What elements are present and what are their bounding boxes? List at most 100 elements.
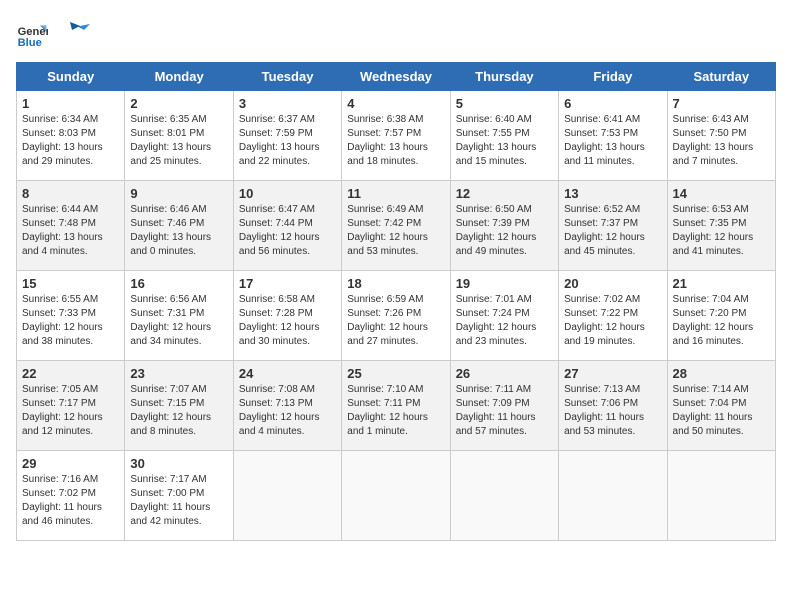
calendar-day-cell: 17 Sunrise: 6:58 AM Sunset: 7:28 PM Dayli… [233,271,341,361]
page-header: General Blue [16,16,776,54]
day-info: Sunrise: 6:38 AM Sunset: 7:57 PM Dayligh… [347,113,444,169]
calendar-day-cell: 8 Sunrise: 6:44 AM Sunset: 7:48 PM Daylig… [17,181,125,271]
day-info: Sunrise: 6:55 AM Sunset: 7:33 PM Dayligh… [22,293,119,349]
day-info: Sunrise: 6:58 AM Sunset: 7:28 PM Dayligh… [239,293,336,349]
calendar-week-row: 15 Sunrise: 6:55 AM Sunset: 7:33 PM Dayli… [17,271,776,361]
day-number: 18 [347,276,444,291]
day-info: Sunrise: 7:17 AM Sunset: 7:00 PM Dayligh… [130,473,227,529]
day-number: 17 [239,276,336,291]
calendar-day-cell: 15 Sunrise: 6:55 AM Sunset: 7:33 PM Dayli… [17,271,125,361]
day-number: 1 [22,96,119,111]
col-header-saturday: Saturday [667,63,775,91]
calendar-day-cell: 3 Sunrise: 6:37 AM Sunset: 7:59 PM Daylig… [233,91,341,181]
day-number: 2 [130,96,227,111]
calendar-day-cell: 18 Sunrise: 6:59 AM Sunset: 7:26 PM Dayli… [342,271,450,361]
day-number: 24 [239,366,336,381]
day-number: 14 [673,186,770,201]
logo-icon: General Blue [16,19,48,51]
day-number: 3 [239,96,336,111]
calendar-day-cell: 12 Sunrise: 6:50 AM Sunset: 7:39 PM Dayli… [450,181,558,271]
svg-text:Blue: Blue [18,37,42,49]
day-info: Sunrise: 6:41 AM Sunset: 7:53 PM Dayligh… [564,113,661,169]
calendar-header-row: SundayMondayTuesdayWednesdayThursdayFrid… [17,63,776,91]
day-info: Sunrise: 6:47 AM Sunset: 7:44 PM Dayligh… [239,203,336,259]
day-info: Sunrise: 6:52 AM Sunset: 7:37 PM Dayligh… [564,203,661,259]
calendar-day-cell: 9 Sunrise: 6:46 AM Sunset: 7:46 PM Daylig… [125,181,233,271]
day-number: 23 [130,366,227,381]
calendar-day-cell: 29 Sunrise: 7:16 AM Sunset: 7:02 PM Dayli… [17,451,125,541]
day-number: 26 [456,366,553,381]
col-header-sunday: Sunday [17,63,125,91]
calendar-day-cell: 25 Sunrise: 7:10 AM Sunset: 7:11 PM Dayli… [342,361,450,451]
day-number: 27 [564,366,661,381]
day-number: 9 [130,186,227,201]
day-number: 22 [22,366,119,381]
calendar-week-row: 1Sunrise: 6:34 AM Sunset: 8:03 PM Daylig… [17,91,776,181]
calendar-day-cell: 2 Sunrise: 6:35 AM Sunset: 8:01 PM Daylig… [125,91,233,181]
calendar-day-cell: 11 Sunrise: 6:49 AM Sunset: 7:42 PM Dayli… [342,181,450,271]
col-header-wednesday: Wednesday [342,63,450,91]
day-number: 8 [22,186,119,201]
col-header-thursday: Thursday [450,63,558,91]
day-info: Sunrise: 7:01 AM Sunset: 7:24 PM Dayligh… [456,293,553,349]
day-info: Sunrise: 6:49 AM Sunset: 7:42 PM Dayligh… [347,203,444,259]
col-header-friday: Friday [559,63,667,91]
day-info: Sunrise: 6:59 AM Sunset: 7:26 PM Dayligh… [347,293,444,349]
day-info: Sunrise: 7:13 AM Sunset: 7:06 PM Dayligh… [564,383,661,439]
day-info: Sunrise: 7:08 AM Sunset: 7:13 PM Dayligh… [239,383,336,439]
calendar-day-cell: 4Sunrise: 6:38 AM Sunset: 7:57 PM Daylig… [342,91,450,181]
calendar-day-cell: 1Sunrise: 6:34 AM Sunset: 8:03 PM Daylig… [17,91,125,181]
day-info: Sunrise: 6:35 AM Sunset: 8:01 PM Dayligh… [130,113,227,169]
calendar-day-cell [667,451,775,541]
calendar-day-cell [559,451,667,541]
day-number: 28 [673,366,770,381]
day-number: 19 [456,276,553,291]
calendar-day-cell: 7 Sunrise: 6:43 AM Sunset: 7:50 PM Daylig… [667,91,775,181]
calendar-week-row: 29 Sunrise: 7:16 AM Sunset: 7:02 PM Dayli… [17,451,776,541]
calendar-day-cell: 19 Sunrise: 7:01 AM Sunset: 7:24 PM Dayli… [450,271,558,361]
day-number: 5 [456,96,553,111]
calendar-day-cell: 26 Sunrise: 7:11 AM Sunset: 7:09 PM Dayli… [450,361,558,451]
calendar-day-cell: 22 Sunrise: 7:05 AM Sunset: 7:17 PM Dayli… [17,361,125,451]
calendar-day-cell: 6 Sunrise: 6:41 AM Sunset: 7:53 PM Daylig… [559,91,667,181]
day-info: Sunrise: 7:07 AM Sunset: 7:15 PM Dayligh… [130,383,227,439]
day-number: 12 [456,186,553,201]
day-info: Sunrise: 6:44 AM Sunset: 7:48 PM Dayligh… [22,203,119,259]
day-info: Sunrise: 7:16 AM Sunset: 7:02 PM Dayligh… [22,473,119,529]
day-number: 6 [564,96,661,111]
col-header-tuesday: Tuesday [233,63,341,91]
calendar-day-cell: 5 Sunrise: 6:40 AM Sunset: 7:55 PM Daylig… [450,91,558,181]
calendar-day-cell: 23 Sunrise: 7:07 AM Sunset: 7:15 PM Dayli… [125,361,233,451]
day-info: Sunrise: 6:53 AM Sunset: 7:35 PM Dayligh… [673,203,770,259]
day-number: 25 [347,366,444,381]
day-number: 15 [22,276,119,291]
calendar-day-cell: 30 Sunrise: 7:17 AM Sunset: 7:00 PM Dayli… [125,451,233,541]
day-info: Sunrise: 6:43 AM Sunset: 7:50 PM Dayligh… [673,113,770,169]
calendar-day-cell: 14 Sunrise: 6:53 AM Sunset: 7:35 PM Dayli… [667,181,775,271]
calendar-week-row: 22 Sunrise: 7:05 AM Sunset: 7:17 PM Dayli… [17,361,776,451]
calendar-day-cell [342,451,450,541]
day-info: Sunrise: 6:37 AM Sunset: 7:59 PM Dayligh… [239,113,336,169]
day-number: 29 [22,456,119,471]
col-header-monday: Monday [125,63,233,91]
day-info: Sunrise: 7:05 AM Sunset: 7:17 PM Dayligh… [22,383,119,439]
day-number: 7 [673,96,770,111]
day-info: Sunrise: 7:11 AM Sunset: 7:09 PM Dayligh… [456,383,553,439]
day-number: 13 [564,186,661,201]
day-info: Sunrise: 7:10 AM Sunset: 7:11 PM Dayligh… [347,383,444,439]
day-number: 16 [130,276,227,291]
day-number: 11 [347,186,444,201]
day-info: Sunrise: 7:14 AM Sunset: 7:04 PM Dayligh… [673,383,770,439]
calendar-day-cell: 16 Sunrise: 6:56 AM Sunset: 7:31 PM Dayli… [125,271,233,361]
day-number: 21 [673,276,770,291]
day-number: 10 [239,186,336,201]
day-number: 20 [564,276,661,291]
day-info: Sunrise: 6:50 AM Sunset: 7:39 PM Dayligh… [456,203,553,259]
day-info: Sunrise: 6:46 AM Sunset: 7:46 PM Dayligh… [130,203,227,259]
logo-bird-icon [52,16,90,54]
day-info: Sunrise: 7:02 AM Sunset: 7:22 PM Dayligh… [564,293,661,349]
day-info: Sunrise: 6:40 AM Sunset: 7:55 PM Dayligh… [456,113,553,169]
day-number: 30 [130,456,227,471]
day-info: Sunrise: 6:56 AM Sunset: 7:31 PM Dayligh… [130,293,227,349]
calendar-day-cell [450,451,558,541]
